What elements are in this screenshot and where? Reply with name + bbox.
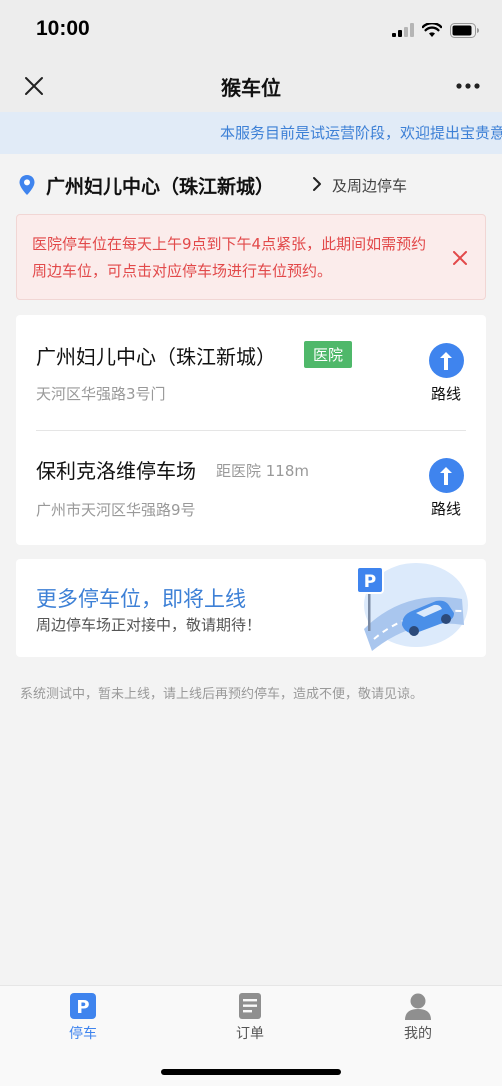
alert-close-button[interactable] — [449, 247, 471, 269]
more-button[interactable] — [450, 70, 486, 102]
alert-banner: 医院停车位在每天上午9点到下午4点紧张，此期间如需预约周边车位，可点击对应停车场… — [16, 214, 486, 300]
svg-text:P: P — [364, 572, 376, 592]
lot-address: 天河区华强路3号门 — [36, 385, 166, 403]
status-icons — [392, 21, 480, 39]
svg-text:P: P — [76, 997, 89, 1018]
route-button[interactable]: 路线 — [426, 458, 466, 522]
status-bar: 10:00 — [0, 0, 502, 60]
alert-text: 医院停车位在每天上午9点到下午4点紧张，此期间如需预约周边车位，可点击对应停车场… — [32, 235, 427, 280]
route-icon — [428, 458, 464, 493]
more-icon — [456, 83, 480, 89]
page-title: 猴车位 — [221, 76, 281, 100]
nav-bar: 猴车位 — [0, 60, 502, 112]
parking-icon: P — [69, 992, 97, 1020]
lot-distance: 距医院 118m — [216, 462, 310, 480]
parking-illustration: P — [356, 563, 468, 651]
tab-label: 我的 — [404, 1026, 432, 1042]
wifi-icon — [422, 22, 442, 37]
lot-name: 保利克洛维停车场 — [36, 459, 196, 483]
tab-parking[interactable]: P 停车 — [33, 992, 133, 1043]
user-icon — [404, 992, 432, 1020]
tab-orders[interactable]: 订单 — [200, 992, 300, 1043]
cellular-signal-icon — [392, 23, 414, 37]
parking-lot-item[interactable]: 广州妇儿中心（珠江新城） 医院 天河区华强路3号门 路线 — [36, 315, 466, 425]
notice-bar: 本服务目前是试运营阶段，欢迎提出宝贵意见 — [0, 112, 502, 154]
battery-icon — [450, 22, 479, 38]
home-indicator — [161, 1069, 341, 1075]
hospital-tag: 医院 — [304, 341, 353, 368]
coming-soon-card: 更多停车位，即将上线 周边停车场正对接中，敬请期待！ P — [16, 559, 486, 657]
promo-subtitle: 周边停车场正对接中，敬请期待！ — [36, 616, 262, 634]
lot-name: 广州妇儿中心（珠江新城） — [36, 345, 276, 369]
location-selector[interactable]: 广州妇儿中心（珠江新城） 及周边停车 — [0, 160, 502, 206]
parking-lot-list: 广州妇儿中心（珠江新城） 医院 天河区华强路3号门 路线 保利克洛维停车场 距医… — [16, 315, 486, 545]
location-pin-icon — [19, 175, 35, 195]
route-label: 路线 — [430, 500, 461, 518]
notice-text: 本服务目前是试运营阶段，欢迎提出宝贵意见 — [220, 124, 502, 142]
system-notice: 系统测试中，暂未上线，请上线后再预约停车，造成不便，敬请见谅。 — [20, 687, 424, 702]
promo-title: 更多停车位，即将上线 — [36, 587, 246, 611]
route-button[interactable]: 路线 — [426, 343, 466, 407]
nearby-parking-link[interactable]: 及周边停车 — [332, 175, 407, 196]
status-time: 10:00 — [36, 17, 90, 40]
chevron-right-icon — [313, 177, 321, 191]
tab-label: 停车 — [69, 1026, 97, 1042]
divider — [36, 430, 466, 431]
tab-profile[interactable]: 我的 — [368, 992, 468, 1043]
route-label: 路线 — [430, 385, 461, 403]
location-name: 广州妇儿中心（珠江新城） — [46, 176, 275, 198]
tab-label: 订单 — [236, 1026, 264, 1042]
order-icon — [236, 992, 264, 1020]
parking-lot-item[interactable]: 保利克洛维停车场 距医院 118m 广州市天河区华强路9号 路线 — [36, 433, 466, 543]
close-icon — [453, 251, 467, 265]
route-icon — [428, 343, 464, 378]
lot-address: 广州市天河区华强路9号 — [36, 501, 196, 519]
